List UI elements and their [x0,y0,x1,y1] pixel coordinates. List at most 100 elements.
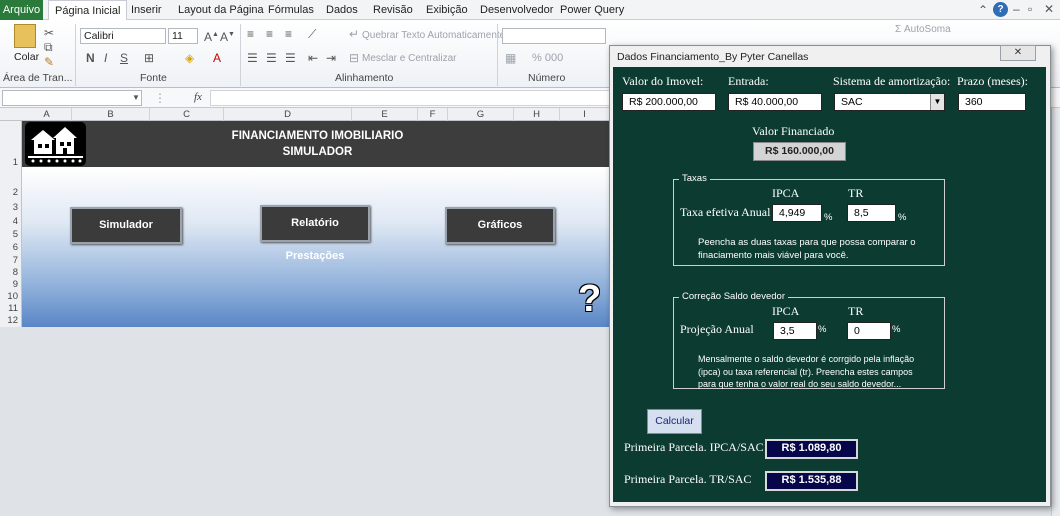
column-header-i[interactable]: I [560,108,610,121]
sistema-amortizacao-select[interactable]: SAC [834,93,945,111]
row-header[interactable]: 1 [0,157,22,168]
font-size-select[interactable]: 11 [168,28,198,44]
align-right-icon[interactable]: ☰ [285,51,296,65]
tab-power-query[interactable]: Power Query [554,0,630,20]
taxa-ipca-input[interactable]: 4,949 [772,204,822,222]
font-color-icon[interactable]: A [213,51,221,65]
column-header-g[interactable]: G [448,108,514,121]
tab-page-layout[interactable]: Layout da Página [172,0,270,20]
fill-color-icon[interactable]: ◈ [185,51,194,65]
autosum-button[interactable]: Σ AutoSoma [895,24,951,35]
calcular-button[interactable]: Calcular [647,409,702,434]
column-header-a[interactable]: A [22,108,72,121]
copy-icon[interactable]: ⧉ [44,40,53,54]
valor-imovel-input[interactable]: R$ 200.000,00 [622,93,716,111]
row-header[interactable]: 3 [0,202,22,213]
collapse-ribbon-icon[interactable]: ⌃ [978,3,988,17]
merge-center-button[interactable]: Mesclar e Centralizar [362,53,456,64]
fx-icon[interactable]: fx [194,91,202,103]
tab-review[interactable]: Revisão [367,0,419,20]
prazo-input[interactable]: 360 [958,93,1026,111]
row-header[interactable]: 4 [0,216,22,227]
merge-center-icon[interactable]: ⊟ [349,51,359,65]
paste-label[interactable]: Colar [14,51,39,63]
font-name-select[interactable]: Calibri [80,28,166,44]
grow-font-icon[interactable]: A▲ [204,28,219,44]
row-header[interactable]: 7 [0,255,22,266]
group-alignment-label: Alinhamento [335,72,394,84]
help-icon[interactable]: ? [993,2,1008,17]
borders-icon[interactable]: ⊞ [144,51,154,65]
increase-indent-icon[interactable]: ⇥ [326,51,336,65]
tab-home[interactable]: Página Inicial [48,0,128,21]
column-header-h[interactable]: H [514,108,560,121]
align-bottom-icon[interactable]: ≡ [285,27,292,41]
entrada-input[interactable]: R$ 40.000,00 [728,93,822,111]
close-icon[interactable]: ✕ [1044,2,1054,16]
column-header-e[interactable]: E [352,108,418,121]
align-left-icon[interactable]: ☰ [247,51,258,65]
name-box-dropdown-icon[interactable]: ▼ [132,91,140,105]
graficos-button[interactable]: Gráficos [445,207,555,244]
correcao-ipca-header: IPCA [772,304,800,318]
row-header[interactable]: 2 [0,187,22,198]
column-header-d[interactable]: D [224,108,352,121]
taxa-tr-input[interactable]: 8,5 [847,204,896,222]
tab-insert[interactable]: Inserir [125,0,168,20]
group-clipboard-label: Área de Tran... [3,72,73,84]
row-header[interactable]: 5 [0,229,22,240]
sistema-amortizacao-label: Sistema de amortização: [833,74,951,88]
row-header[interactable]: 8 [0,267,22,278]
help-question-icon[interactable]: ? [578,278,601,321]
formula-bar-options-icon[interactable]: ⋮ [154,91,166,105]
align-center-icon[interactable]: ☰ [266,51,277,65]
row-header[interactable]: 6 [0,242,22,253]
name-box[interactable] [2,90,142,106]
wrap-text-icon[interactable]: ↵ [349,27,359,41]
currency-icon[interactable]: ▦ [505,51,516,65]
paste-icon[interactable] [14,24,36,48]
underline-icon[interactable]: S [120,51,128,65]
correcao-frame-label: Correção Saldo devedor [679,291,788,302]
tab-data[interactable]: Dados [320,0,364,20]
percent-style-button[interactable]: % 000 [532,52,563,64]
valor-financiado-label: Valor Financiado [752,124,835,138]
dialog-close-button[interactable]: ✕ [1000,45,1036,61]
ribbon-separator [240,24,241,86]
format-painter-icon[interactable]: ✎ [44,55,54,69]
row-header[interactable]: 9 [0,279,22,290]
row-header[interactable]: 11 [0,303,22,314]
align-top-icon[interactable]: ≡ [247,27,254,41]
restore-icon[interactable]: ▫ [1028,2,1032,16]
align-middle-icon[interactable]: ≡ [266,27,273,41]
relatorio-prestacoes-button[interactable]: Relatório Prestações [260,205,370,262]
cut-icon[interactable]: ✂ [44,26,54,40]
wrap-text-button[interactable]: Quebrar Texto Automaticamente [362,30,505,41]
projecao-ipca-input[interactable]: 3,5 [773,322,817,340]
bold-icon[interactable]: N [86,51,95,65]
row-header[interactable]: 12 [0,315,22,326]
tab-view[interactable]: Exibição [420,0,474,20]
correcao-note: Mensalmente o saldo devedor é corrgido p… [698,354,915,389]
orientation-icon[interactable]: ⟋ [308,27,316,41]
tab-developer[interactable]: Desenvolvedor [474,0,559,20]
tab-file[interactable]: Arquivo [0,0,43,20]
row-header[interactable]: 10 [0,291,22,302]
decrease-indent-icon[interactable]: ⇤ [308,51,318,65]
formula-input[interactable] [210,90,610,106]
minimize-icon[interactable]: – [1013,2,1020,16]
chevron-down-icon[interactable]: ▼ [930,94,944,110]
simulador-button[interactable]: Simulador [70,207,182,244]
taxas-frame-label: Taxas [679,173,710,184]
group-number-label: Número [528,72,566,84]
italic-icon[interactable]: I [104,51,107,65]
tab-formulas[interactable]: Fórmulas [262,0,320,20]
column-header-b[interactable]: B [72,108,150,121]
vertical-scrollbar[interactable] [1051,108,1060,516]
shrink-font-icon[interactable]: A▼ [220,28,235,44]
number-format-select[interactable] [502,28,606,44]
projecao-tr-input[interactable]: 0 [847,322,891,340]
column-header-c[interactable]: C [150,108,224,121]
column-header-f[interactable]: F [418,108,448,121]
ribbon-separator [497,24,498,86]
